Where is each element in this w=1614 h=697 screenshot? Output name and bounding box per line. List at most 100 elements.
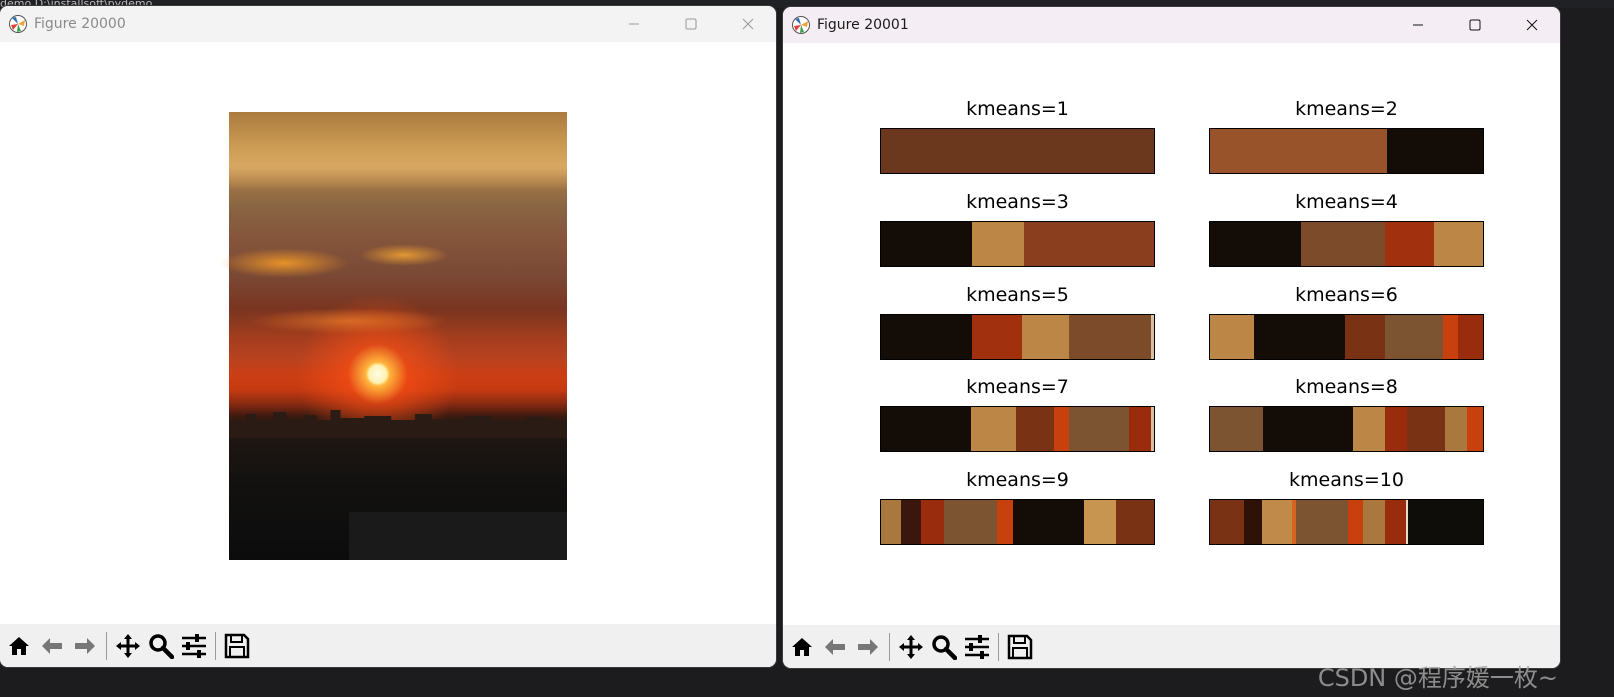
color-segment xyxy=(1210,129,1388,173)
color-segment xyxy=(1210,222,1302,266)
figure-window-20000[interactable]: Figure 20000 xyxy=(0,6,776,667)
color-segment xyxy=(1261,500,1292,544)
color-segment xyxy=(1016,407,1055,451)
cloud-glow xyxy=(219,248,349,278)
subplot-title: kmeans=6 xyxy=(1295,284,1398,306)
cloud-glow xyxy=(249,308,449,334)
title-bar[interactable]: Figure 20000 xyxy=(0,6,776,42)
maximize-button[interactable] xyxy=(1446,7,1503,43)
home-button[interactable] xyxy=(4,628,34,664)
color-segment xyxy=(1384,222,1434,266)
color-bar-plot xyxy=(880,406,1155,452)
forward-icon xyxy=(858,638,878,655)
color-segment xyxy=(1244,500,1262,544)
color-segment xyxy=(972,222,1025,266)
subplot-title: kmeans=9 xyxy=(966,469,1069,491)
pan-button[interactable] xyxy=(113,628,143,664)
pan-button[interactable] xyxy=(896,629,926,665)
back-icon xyxy=(42,637,62,654)
configure-subplots-button[interactable] xyxy=(179,628,209,664)
color-segment xyxy=(1384,500,1407,544)
color-bar-plot xyxy=(880,221,1155,267)
zoom-icon xyxy=(149,633,174,659)
home-button[interactable] xyxy=(787,629,817,665)
color-segment xyxy=(1013,500,1085,544)
color-segment xyxy=(1295,500,1348,544)
maximize-icon xyxy=(1469,19,1480,31)
subplot-title: kmeans=7 xyxy=(966,376,1069,398)
navigation-toolbar xyxy=(783,625,1560,668)
color-segment xyxy=(1384,407,1407,451)
cloud-glow xyxy=(359,244,449,266)
color-segment xyxy=(1084,500,1116,544)
toolbar-separator xyxy=(215,631,216,660)
color-segment xyxy=(881,129,1154,173)
figure-canvas[interactable]: kmeans=1 kmeans=2 kmeans=3 kmeans=4 kmeans=5… xyxy=(783,43,1560,625)
color-segment xyxy=(920,500,944,544)
color-segment xyxy=(881,222,973,266)
color-segment xyxy=(1433,222,1483,266)
subplot-title: kmeans=3 xyxy=(966,191,1069,213)
color-bar-plot xyxy=(1209,221,1484,267)
color-segment xyxy=(1024,222,1154,266)
close-icon xyxy=(1526,19,1537,31)
maximize-button[interactable] xyxy=(662,6,719,42)
color-bar-plot xyxy=(1209,406,1484,452)
color-segment xyxy=(881,315,973,359)
navigation-toolbar xyxy=(0,624,776,667)
zoom-button[interactable] xyxy=(929,629,959,665)
close-button[interactable] xyxy=(1503,7,1560,43)
configure-subplots-button[interactable] xyxy=(962,629,992,665)
home-icon xyxy=(792,637,812,656)
color-bar-plot xyxy=(880,314,1155,360)
toolbar-separator xyxy=(889,632,890,661)
window-title: Figure 20000 xyxy=(34,16,126,32)
subplot-title: kmeans=5 xyxy=(966,284,1069,306)
color-segment xyxy=(1387,129,1483,173)
color-bar-plot xyxy=(1209,128,1484,174)
toolbar-separator xyxy=(106,631,107,660)
color-segment xyxy=(881,500,902,544)
subplot-title: kmeans=4 xyxy=(1295,191,1398,213)
toolbar-separator xyxy=(998,632,999,661)
figure-window-20001[interactable]: Figure 20001 kmeans=1 kmeans=2 kmeans=3 kme… xyxy=(783,7,1560,668)
color-segment xyxy=(1362,500,1385,544)
back-icon xyxy=(825,638,845,655)
color-segment xyxy=(997,500,1014,544)
matplotlib-logo-icon xyxy=(792,16,810,34)
matplotlib-logo-icon xyxy=(9,15,27,33)
color-segment xyxy=(1345,315,1385,359)
subplot-title: kmeans=2 xyxy=(1295,98,1398,120)
title-bar[interactable]: Figure 20001 xyxy=(783,7,1560,43)
color-segment xyxy=(1253,315,1346,359)
save-button[interactable] xyxy=(1005,629,1035,665)
color-segment xyxy=(972,315,1022,359)
color-segment xyxy=(1458,315,1483,359)
color-bar-plot xyxy=(1209,499,1484,545)
pan-icon xyxy=(899,634,923,659)
color-segment xyxy=(1384,315,1444,359)
back-button[interactable] xyxy=(37,628,67,664)
pan-icon xyxy=(116,633,140,658)
forward-button[interactable] xyxy=(70,628,100,664)
zoom-button[interactable] xyxy=(146,628,176,664)
color-segment xyxy=(1069,315,1152,359)
home-icon xyxy=(9,636,29,655)
color-segment xyxy=(1263,407,1354,451)
minimize-button[interactable] xyxy=(605,6,662,42)
back-button[interactable] xyxy=(820,629,850,665)
color-bar-plot xyxy=(1209,314,1484,360)
zoom-icon xyxy=(932,634,957,660)
color-segment xyxy=(1069,407,1130,451)
minimize-button[interactable] xyxy=(1389,7,1446,43)
close-button[interactable] xyxy=(719,6,776,42)
subplot-title: kmeans=1 xyxy=(966,98,1069,120)
figure-canvas[interactable] xyxy=(0,42,776,624)
foreground-building xyxy=(349,512,567,560)
color-segment xyxy=(1353,407,1385,451)
forward-button[interactable] xyxy=(853,629,883,665)
color-segment xyxy=(881,407,972,451)
subplot-title: kmeans=10 xyxy=(1289,469,1404,491)
color-segment xyxy=(1210,500,1245,544)
save-button[interactable] xyxy=(222,628,252,664)
